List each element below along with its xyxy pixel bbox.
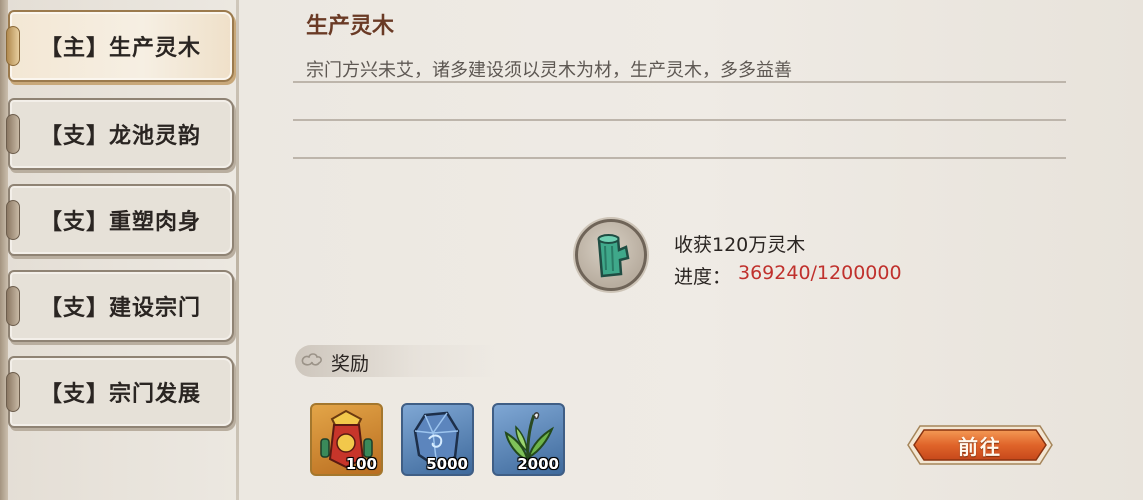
reward-title: 奖励 xyxy=(331,353,370,375)
reward-count: 100 xyxy=(345,455,377,473)
tab-side-reshape-body[interactable]: 【支】重塑肉身 xyxy=(6,184,234,256)
book-spine-divider xyxy=(236,0,239,500)
reward-count: 2000 xyxy=(517,455,559,473)
scroll-knob-icon xyxy=(6,372,20,412)
scroll-knob-icon xyxy=(6,200,20,240)
goal-description: 收获120万灵木 xyxy=(674,234,806,256)
quest-tab-list: 【主】生产灵木 【支】龙池灵韵 【支】重塑肉身 【支】建设宗门 【支】宗门发展 xyxy=(4,0,236,500)
tab-main-produce-wood[interactable]: 【主】生产灵木 xyxy=(6,10,234,82)
go-button[interactable]: 前往 xyxy=(906,424,1054,466)
line-divider xyxy=(293,157,1066,159)
tab-side-sect-development[interactable]: 【支】宗门发展 xyxy=(6,356,234,428)
reward-item-spirit-stone[interactable]: 5000 xyxy=(401,403,474,476)
tab-side-build-sect[interactable]: 【支】建设宗门 xyxy=(6,270,234,342)
reward-header-banner xyxy=(295,345,495,377)
quest-title: 生产灵木 xyxy=(306,14,395,39)
reward-item-sect-banner[interactable]: 100 xyxy=(310,403,383,476)
tab-side-dragon-pool[interactable]: 【支】龙池灵韵 xyxy=(6,98,234,170)
tab-label: 【支】建设宗门 xyxy=(40,296,202,321)
cloud-swirl-icon xyxy=(301,353,322,366)
scroll-knob-icon xyxy=(6,26,20,66)
spirit-wood-log-icon xyxy=(575,219,647,291)
tab-label: 【支】龙池灵韵 xyxy=(40,124,202,149)
go-button-label: 前往 xyxy=(958,434,1002,459)
progress-value: 369240/1200000 xyxy=(738,262,902,284)
progress-label: 进度： xyxy=(674,266,732,288)
scroll-knob-icon xyxy=(6,114,20,154)
line-divider xyxy=(293,119,1066,121)
reward-count: 5000 xyxy=(426,455,468,473)
tab-label: 【主】生产灵木 xyxy=(40,36,202,61)
tab-label: 【支】重塑肉身 xyxy=(40,210,202,235)
tab-label: 【支】宗门发展 xyxy=(40,382,202,407)
reward-item-spirit-herb[interactable]: 2000 xyxy=(492,403,565,476)
scroll-knob-icon xyxy=(6,286,20,326)
line-divider xyxy=(293,81,1066,83)
quest-description: 宗门方兴未艾，诸多建设须以灵木为材，生产灵木，多多益善 xyxy=(306,60,792,81)
